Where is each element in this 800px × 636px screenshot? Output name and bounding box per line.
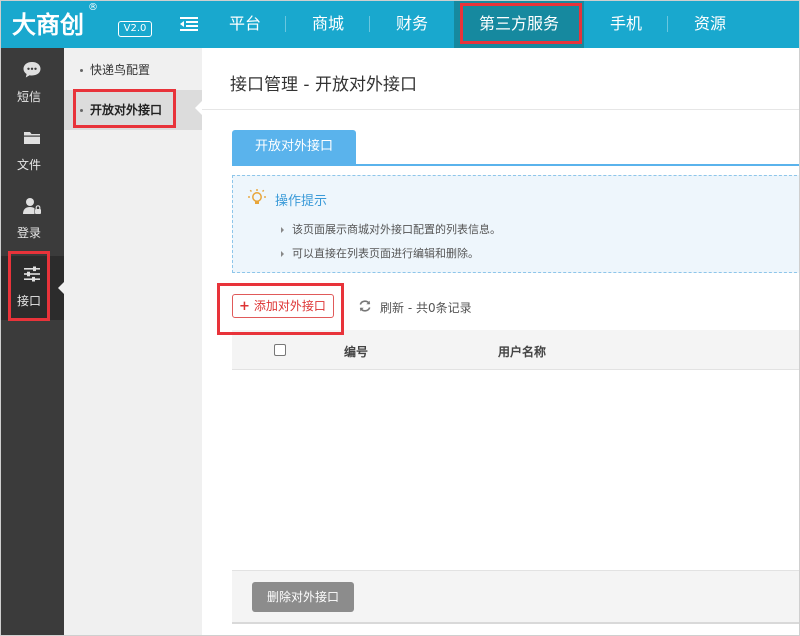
nav-finance[interactable]: 财务 [370, 0, 454, 48]
delete-api-button[interactable]: 删除对外接口 [252, 582, 354, 612]
sidebar-item-sms[interactable]: 短信 [0, 52, 64, 120]
tab-underline [232, 164, 800, 166]
sidebar-item-interface[interactable]: 接口 [0, 256, 64, 320]
sidebar-label-files: 文件 [16, 158, 41, 172]
tips-line-1: 该页面展示商城对外接口配置的列表信息。 [281, 221, 501, 237]
add-api-button[interactable]: + 添加对外接口 [232, 294, 334, 318]
lightbulb-icon [248, 189, 266, 204]
column-header-id[interactable]: 编号 [344, 343, 368, 360]
sidebar-label-interface: 接口 [16, 294, 41, 308]
nav-resources[interactable]: 资源 [668, 0, 752, 48]
user-lock-icon [23, 198, 41, 214]
logo[interactable]: 大商创 [12, 6, 84, 40]
column-header-username[interactable]: 用户名称 [498, 343, 546, 360]
refresh-icon[interactable] [358, 299, 372, 313]
submenu-label-express: 快递鸟配置 [90, 63, 151, 77]
nav-third-party[interactable]: 第三方服务 [454, 0, 584, 48]
tab-open-api[interactable]: 开放对外接口 [232, 130, 356, 164]
bullet-icon [80, 109, 83, 112]
top-nav: 平台 商城 财务 第三方服务 手机 资源 [204, 0, 752, 48]
table-bottom-border [232, 622, 800, 624]
submenu-active-pointer [195, 101, 202, 115]
menu-toggle-icon[interactable] [180, 17, 198, 31]
icon-sidebar: 短信 文件 登录 接口 [0, 48, 65, 636]
plus-icon: + [239, 299, 250, 314]
nav-platform[interactable]: 平台 [204, 0, 286, 48]
table-body [232, 370, 800, 570]
tips-text-2: 可以直接在列表页面进行编辑和删除。 [292, 247, 479, 260]
bullet-triangle-icon [281, 227, 284, 233]
table-footer: 删除对外接口 [232, 570, 800, 622]
nav-mall[interactable]: 商城 [286, 0, 370, 48]
sub-menu: 快递鸟配置 开放对外接口 [64, 48, 202, 636]
bullet-icon [80, 69, 83, 72]
sidebar-item-files[interactable]: 文件 [0, 120, 64, 188]
main-content: 接口管理 - 开放对外接口 开放对外接口 操作提示 该页面展示商城对外接口配置的… [202, 48, 800, 636]
submenu-item-express[interactable]: 快递鸟配置 [64, 50, 202, 90]
tips-title: 操作提示 [275, 194, 328, 209]
top-bar: 大商创 ® V2.0 平台 商城 财务 第三方服务 手机 资源 [0, 0, 800, 48]
select-all-checkbox[interactable] [274, 344, 286, 356]
sliders-icon [24, 266, 40, 282]
logo-text: 大商创 [12, 11, 84, 39]
bullet-triangle-icon [281, 251, 284, 257]
folder-icon [24, 132, 40, 144]
refresh-record-count[interactable]: 刷新 - 共0条记录 [380, 299, 472, 316]
tips-text-1: 该页面展示商城对外接口配置的列表信息。 [292, 223, 501, 236]
add-api-label: 添加对外接口 [253, 299, 326, 313]
sms-icon [23, 62, 41, 78]
submenu-item-open-api[interactable]: 开放对外接口 [64, 90, 202, 130]
tips-panel: 操作提示 该页面展示商城对外接口配置的列表信息。 可以直接在列表页面进行编辑和删… [232, 175, 800, 273]
submenu-label-open-api: 开放对外接口 [90, 103, 163, 117]
page-title: 接口管理 - 开放对外接口 [230, 75, 417, 95]
sidebar-item-login[interactable]: 登录 [0, 188, 64, 256]
tips-line-2: 可以直接在列表页面进行编辑和删除。 [281, 245, 479, 261]
version-badge: V2.0 [118, 21, 152, 37]
registered-mark: ® [88, 2, 98, 13]
nav-mobile[interactable]: 手机 [584, 0, 668, 48]
sidebar-label-login: 登录 [16, 226, 41, 240]
sidebar-label-sms: 短信 [16, 90, 41, 104]
table-header: 编号 用户名称 [232, 330, 800, 370]
title-divider [202, 109, 800, 110]
